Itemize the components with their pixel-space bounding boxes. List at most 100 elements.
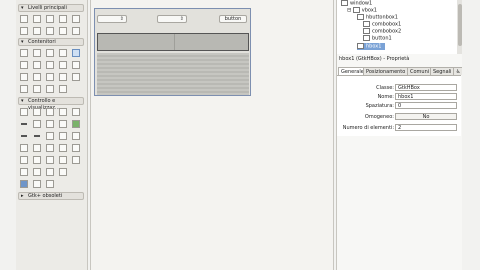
scale-button-tool-icon[interactable] bbox=[33, 168, 41, 176]
tab-comuni[interactable]: Comuni bbox=[407, 67, 433, 75]
scrolled-window-tool-icon[interactable] bbox=[20, 85, 28, 93]
spin-button-tool-icon[interactable] bbox=[59, 108, 67, 116]
about-dialog-tool-icon[interactable] bbox=[46, 15, 54, 23]
accel-label-tool-icon[interactable] bbox=[20, 168, 28, 176]
hbox-tool-icon[interactable] bbox=[33, 49, 41, 57]
printer-tool-icon[interactable] bbox=[20, 180, 28, 188]
statusbar-tool-icon[interactable] bbox=[72, 144, 80, 152]
section-gtk-obsoleti[interactable]: ▸ Gtk+ obsoleti bbox=[18, 192, 84, 200]
prop-label-numero-elementi: Numero di elementi: bbox=[342, 125, 394, 131]
window1-preview[interactable]: button bbox=[94, 8, 251, 96]
image-tool-icon[interactable] bbox=[59, 120, 67, 128]
section-controllo-visualizzazione[interactable]: ▾ Controllo e visualizzaz... bbox=[18, 97, 84, 111]
handlebox-tool-icon[interactable] bbox=[46, 73, 54, 81]
progress-bar-tool-icon[interactable] bbox=[33, 132, 41, 140]
radio-button-tool-icon[interactable] bbox=[72, 108, 80, 116]
hbuttonbox-tool-icon[interactable] bbox=[46, 61, 54, 69]
picture-tool-icon[interactable] bbox=[72, 120, 80, 128]
combobox-node-icon bbox=[363, 21, 370, 27]
notebook-tool-icon[interactable] bbox=[59, 49, 67, 57]
toolbar-tool-icon[interactable] bbox=[33, 73, 41, 81]
viewport-tool-icon[interactable] bbox=[33, 85, 41, 93]
tree-node-vbox1[interactable]: ⊟ vbox1 bbox=[347, 7, 377, 14]
text-view-tool-icon[interactable] bbox=[46, 132, 54, 140]
window-tool-icon[interactable] bbox=[20, 15, 28, 23]
dialog-tool-icon[interactable] bbox=[33, 15, 41, 23]
vbox-tool-icon[interactable] bbox=[20, 49, 28, 57]
combo-box-tool-icon[interactable] bbox=[46, 120, 54, 128]
expander-arrow-icon: ▾ bbox=[21, 39, 24, 45]
tree-node-combobox2[interactable]: combobox2 bbox=[363, 28, 401, 35]
prop-label-omogeneo: Omogeneo: bbox=[364, 114, 394, 120]
ruler-tool-icon[interactable] bbox=[59, 168, 67, 176]
tab-segnali[interactable]: Segnali bbox=[430, 67, 455, 75]
vbox-node-icon bbox=[352, 7, 360, 13]
expander-arrow-icon: ▾ bbox=[21, 98, 24, 104]
spinner-tool-icon[interactable] bbox=[46, 168, 54, 176]
toggle-button-tool-icon[interactable] bbox=[33, 108, 41, 116]
color-button-tool-icon[interactable] bbox=[20, 156, 28, 164]
info-bar-tool-icon[interactable] bbox=[46, 180, 54, 188]
empty-placeholder[interactable] bbox=[97, 53, 249, 95]
tree-node-hbuttonbox1[interactable]: hbuttonbox1 bbox=[357, 14, 398, 21]
volume-button-tool-icon[interactable] bbox=[33, 180, 41, 188]
combobox1-preview[interactable] bbox=[97, 15, 127, 23]
tree-node-hbox1[interactable]: hbox1 bbox=[357, 43, 386, 50]
inspector-panel: window1 ⊟ vbox1 hbuttonbox1 combobox1 co… bbox=[336, 0, 464, 270]
drawing-area-tool-icon[interactable] bbox=[59, 144, 67, 152]
link-button-tool-icon[interactable] bbox=[59, 156, 67, 164]
section-livelli-principali[interactable]: ▾ Livelli principali bbox=[18, 4, 84, 12]
hseparator-tool-icon[interactable] bbox=[20, 132, 28, 140]
vscale-tool-icon[interactable] bbox=[20, 144, 28, 152]
widget-tree[interactable]: window1 ⊟ vbox1 hbuttonbox1 combobox1 co… bbox=[337, 0, 457, 54]
window-edge bbox=[462, 0, 480, 270]
hbox1-preview[interactable] bbox=[97, 33, 249, 51]
input-dialog-tool-icon[interactable] bbox=[72, 27, 80, 35]
frame-tool-icon[interactable] bbox=[72, 49, 80, 57]
tree-node-combobox1[interactable]: combobox1 bbox=[363, 21, 401, 28]
assistant-tool-icon[interactable] bbox=[59, 27, 67, 35]
message-dialog-tool-icon[interactable] bbox=[33, 27, 41, 35]
prop-field-spaziatura[interactable]: 0 bbox=[395, 102, 457, 109]
section-contenitori[interactable]: ▾ Contenitori bbox=[18, 38, 84, 46]
icon-view-tool-icon[interactable] bbox=[72, 132, 80, 140]
properties-title: hbox1 (GtkHBox) - Proprietà bbox=[339, 56, 410, 62]
recent-dialog-tool-icon[interactable] bbox=[46, 27, 54, 35]
check-button-tool-icon[interactable] bbox=[46, 108, 54, 116]
calendar-tool-icon[interactable] bbox=[46, 144, 54, 152]
prop-field-classe: GtkHBox bbox=[395, 84, 457, 91]
expander-arrow-icon: ▾ bbox=[21, 5, 24, 11]
alignment-tool-icon[interactable] bbox=[46, 85, 54, 93]
vbuttonbox-tool-icon[interactable] bbox=[59, 61, 67, 69]
menubar-tool-icon[interactable] bbox=[20, 73, 28, 81]
button1-preview[interactable]: button bbox=[219, 15, 247, 23]
file-chooser-button-tool-icon[interactable] bbox=[46, 156, 54, 164]
tree-view-tool-icon[interactable] bbox=[59, 132, 67, 140]
font-button-tool-icon[interactable] bbox=[33, 156, 41, 164]
prop-field-nome[interactable]: hbox1 bbox=[395, 93, 457, 100]
event-box-tool-icon[interactable] bbox=[59, 85, 67, 93]
arrow-tool-icon[interactable] bbox=[72, 156, 80, 164]
tree-node-window1[interactable]: window1 bbox=[341, 0, 372, 7]
prop-field-numero-elementi[interactable]: 2 bbox=[395, 124, 457, 131]
table-tool-icon[interactable] bbox=[46, 49, 54, 57]
color-dialog-tool-icon[interactable] bbox=[59, 15, 67, 23]
combobox2-preview[interactable] bbox=[157, 15, 187, 23]
vpaned-tool-icon[interactable] bbox=[33, 61, 41, 69]
fixed-tool-icon[interactable] bbox=[72, 73, 80, 81]
tab-posizionamento[interactable]: Posizionamento bbox=[363, 67, 409, 75]
label-tool-icon[interactable] bbox=[33, 120, 41, 128]
font-dialog-tool-icon[interactable] bbox=[20, 27, 28, 35]
button-tool-icon[interactable] bbox=[20, 108, 28, 116]
tree-node-button1[interactable]: button1 bbox=[363, 35, 392, 42]
hbox-divider bbox=[174, 34, 175, 50]
section-label: Livelli principali bbox=[28, 5, 67, 11]
combobox-node-icon bbox=[363, 28, 370, 34]
layout-tool-icon[interactable] bbox=[72, 61, 80, 69]
expander-tool-icon[interactable] bbox=[59, 73, 67, 81]
hscale-tool-icon[interactable] bbox=[33, 144, 41, 152]
prop-toggle-omogeneo[interactable]: No bbox=[395, 113, 457, 120]
file-dialog-tool-icon[interactable] bbox=[72, 15, 80, 23]
hpaned-tool-icon[interactable] bbox=[20, 61, 28, 69]
entry-tool-icon[interactable] bbox=[20, 120, 28, 128]
